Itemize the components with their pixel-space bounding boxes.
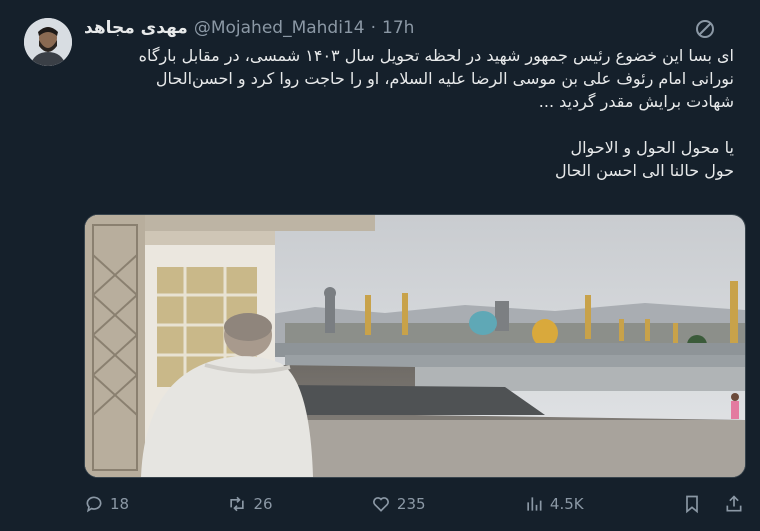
share-icon [726,495,742,512]
tweet-time[interactable]: 17h [382,18,414,38]
tweet-actions: 18 26 235 4.5K [84,490,744,518]
retweet-button[interactable]: 26 [227,494,273,514]
like-icon [372,497,389,512]
author-handle[interactable]: @Mojahed_Mahdi14 [194,18,365,38]
retweet-count: 26 [253,495,273,513]
reply-count: 18 [110,495,130,513]
tweet-line: نورانی امام رئوف علی بن موسی الرضا علیه … [155,69,734,88]
retweet-icon [230,496,245,512]
avatar[interactable] [24,18,72,66]
views-icon [527,497,542,511]
share-button[interactable] [724,494,744,514]
tweet-line: شهادت برایش مقدر گردید ... [538,92,734,111]
tweet-photo[interactable] [84,214,746,478]
like-count: 235 [396,495,426,513]
tweet-line: حول حالنا الی احسن الحال [554,161,734,180]
tweet-line: یا محول الحول و الاحوال [570,138,734,157]
views-button[interactable]: 4.5K [524,494,584,514]
reply-button[interactable]: 18 [84,494,129,514]
avatar-image [24,18,72,66]
tweet-line-blank [84,113,734,136]
more-icon[interactable] [694,18,716,40]
reply-icon [86,496,102,513]
views-count: 4.5K [549,495,584,513]
tweet-text: ای بسا این خضوع رئیس جمهور شهید در لحظه … [84,44,734,182]
tweet-header: مهدی مجاهد @Mojahed_Mahdi14 · 17h [84,16,704,40]
author-name[interactable]: مهدی مجاهد [84,18,188,38]
tweet-line: ای بسا این خضوع رئیس جمهور شهید در لحظه … [138,46,734,65]
like-button[interactable]: 235 [371,494,426,514]
bookmark-icon [686,495,698,514]
separator-dot: · [370,18,376,38]
tweet-actions-right [682,494,744,514]
bookmark-button[interactable] [682,494,702,514]
